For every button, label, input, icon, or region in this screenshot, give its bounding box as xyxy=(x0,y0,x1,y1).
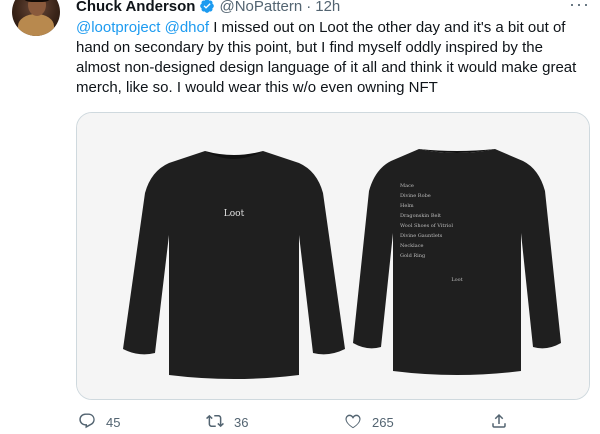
back-item-5: Wool Shoes of Vitriol xyxy=(400,223,453,229)
tweet-media-image[interactable]: Loot Mace Divine Robe Helm Dragonskin Be… xyxy=(76,112,590,400)
back-item-6: Divine Gauntlets xyxy=(400,233,443,239)
avatar[interactable] xyxy=(12,0,60,36)
retweet-button[interactable]: 36 xyxy=(206,412,248,433)
separator-dot: · xyxy=(306,0,312,15)
more-icon[interactable]: ··· xyxy=(569,0,590,15)
mention-link[interactable]: @dhof xyxy=(165,19,209,36)
author-handle[interactable]: @NoPattern xyxy=(219,0,302,15)
tweet-card[interactable]: Chuck Anderson @NoPattern · 12h ··· @loo… xyxy=(0,0,600,434)
mention-link[interactable]: @lootproject xyxy=(76,19,160,36)
action-bar: 45 36 265 xyxy=(76,412,516,434)
verified-badge-icon xyxy=(199,0,215,14)
back-item-7: Necklace xyxy=(400,243,424,249)
shirt-mockup-image: Loot Mace Divine Robe Helm Dragonskin Be… xyxy=(77,113,589,399)
like-count: 265 xyxy=(372,415,394,430)
retweet-count: 36 xyxy=(234,415,249,430)
avatar-head xyxy=(28,0,46,16)
avatar-hair xyxy=(24,0,50,2)
author-name[interactable]: Chuck Anderson xyxy=(76,0,195,15)
back-item-3: Helm xyxy=(400,203,414,209)
avatar-shirt xyxy=(18,14,54,36)
reply-button[interactable]: 45 xyxy=(78,412,120,433)
back-item-8: Gold Ring xyxy=(400,253,426,259)
share-icon xyxy=(490,412,508,433)
timestamp[interactable]: 12h xyxy=(315,0,340,15)
back-item-4: Dragonskin Belt xyxy=(400,213,441,219)
retweet-icon xyxy=(206,412,224,433)
like-button[interactable]: 265 xyxy=(344,412,394,433)
back-footer-text: Loot xyxy=(451,277,462,283)
heart-icon xyxy=(344,412,362,433)
back-item-2: Divine Robe xyxy=(400,193,431,199)
tweet-header: Chuck Anderson @NoPattern · 12h xyxy=(76,0,340,16)
share-button[interactable] xyxy=(490,412,508,433)
reply-count: 45 xyxy=(106,415,121,430)
back-item-1: Mace xyxy=(400,183,414,189)
front-shirt-text: Loot xyxy=(224,209,245,219)
reply-icon xyxy=(78,412,96,433)
tweet-text: @lootproject @dhof I missed out on Loot … xyxy=(76,18,588,98)
